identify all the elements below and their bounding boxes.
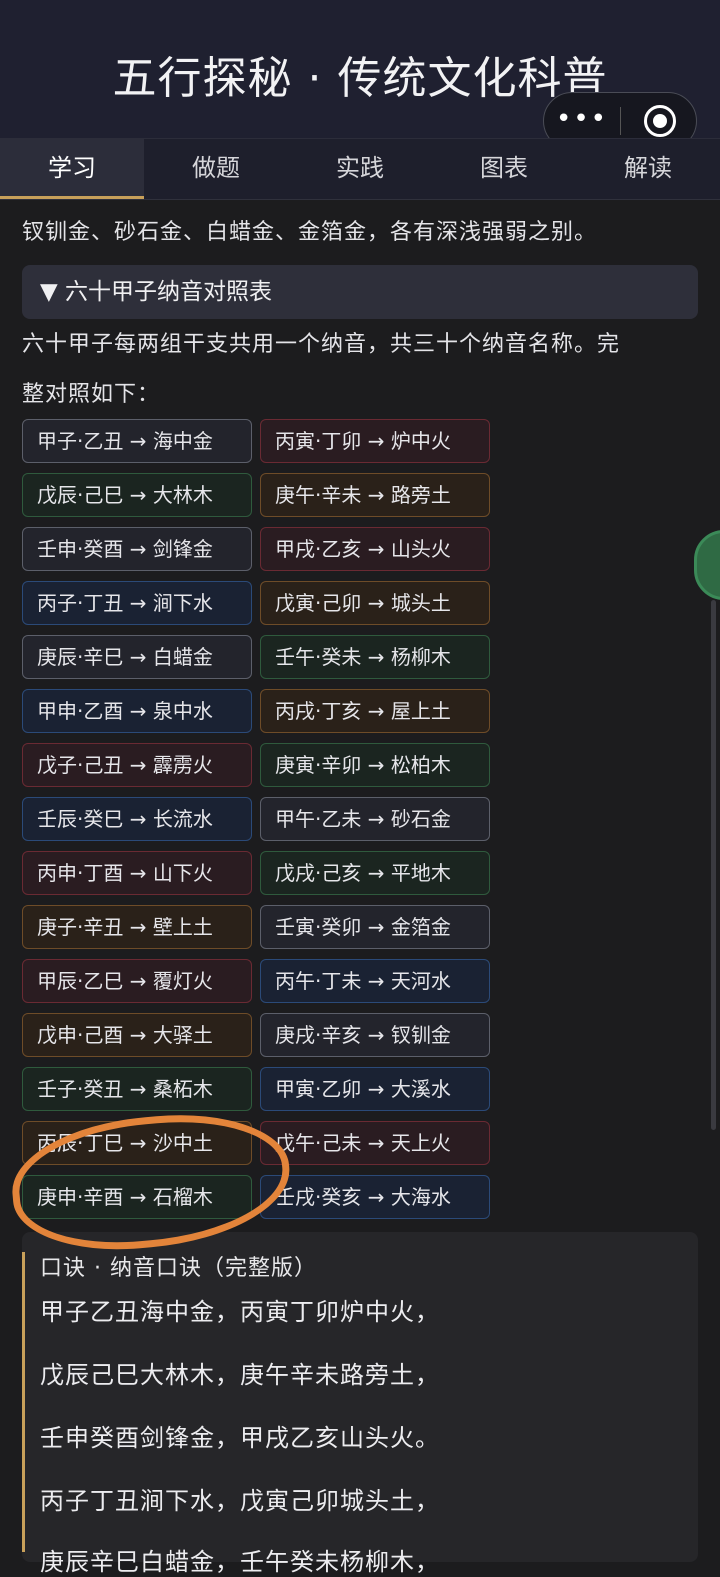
- nayin-pair-item: 甲午·乙未 → 砂石金: [260, 797, 490, 841]
- nayin-pair-item: 戊辰·己巳 → 大林木: [22, 473, 252, 517]
- nayin-pair-item: 丙寅·丁卯 → 炉中火: [260, 419, 490, 463]
- section-description-line1: 六十甲子每两组干支共用一个纳音，共三十个纳音名称。完: [22, 332, 621, 357]
- verse-line: 丙子丁丑涧下水，戊寅己卯城头土，: [40, 1487, 440, 1515]
- nayin-pair-item: 戊戌·己亥 → 平地木: [260, 851, 490, 895]
- tab-study[interactable]: 学习: [0, 139, 144, 199]
- verse-line: 壬申癸酉剑锋金，甲戌乙亥山头火。: [40, 1424, 440, 1452]
- nayin-pair-item: 丙申·丁酉 → 山下火: [22, 851, 252, 895]
- verse-accent-bar: [22, 1252, 25, 1552]
- nayin-pair-item: 甲申·乙酉 → 泉中水: [22, 689, 252, 733]
- floating-assistant-button[interactable]: [694, 530, 720, 600]
- tab-interpretation[interactable]: 解读: [576, 139, 720, 199]
- scrollbar[interactable]: [711, 600, 716, 1130]
- nayin-pair-item: 壬寅·癸卯 → 金箔金: [260, 905, 490, 949]
- tab-quiz[interactable]: 做题: [144, 139, 288, 199]
- nayin-pair-item: 壬午·癸未 → 杨柳木: [260, 635, 490, 679]
- verse-line: 庚辰辛巳白蜡金，壬午癸未杨柳木，: [40, 1548, 440, 1576]
- intro-text: 钗钏金、砂石金、白蜡金、金箔金，各有深浅强弱之别。: [22, 220, 598, 245]
- tab-charts[interactable]: 图表: [432, 139, 576, 199]
- nayin-pair-item: 丙子·丁丑 → 涧下水: [22, 581, 252, 625]
- nayin-pair-item: 戊子·己丑 → 霹雳火: [22, 743, 252, 787]
- nayin-pair-item: 壬申·癸酉 → 剑锋金: [22, 527, 252, 571]
- nayin-pair-item: 庚午·辛未 → 路旁土: [260, 473, 490, 517]
- nayin-pair-item: 庚戌·辛亥 → 钗钏金: [260, 1013, 490, 1057]
- nayin-pair-item: 丙午·丁未 → 天河水: [260, 959, 490, 1003]
- nayin-pair-item: 甲寅·乙卯 → 大溪水: [260, 1067, 490, 1111]
- nayin-pair-item: 甲子·乙丑 → 海中金: [22, 419, 252, 463]
- verse-line: 甲子乙丑海中金，丙寅丁卯炉中火，: [40, 1298, 440, 1326]
- nayin-pair-item: 庚寅·辛卯 → 松柏木: [260, 743, 490, 787]
- tab-bar: 学习 做题 实践 图表 解读: [0, 138, 720, 200]
- nayin-pair-item: 甲辰·乙巳 → 覆灯火: [22, 959, 252, 1003]
- section-description-line2: 整对照如下：: [22, 382, 161, 407]
- nayin-pair-item: 壬子·癸丑 → 桑柘木: [22, 1067, 252, 1111]
- nayin-pair-item: 戊寅·己卯 → 城头土: [260, 581, 490, 625]
- nayin-pair-item: 丙戌·丁亥 → 屋上土: [260, 689, 490, 733]
- nayin-pair-item: 庚子·辛丑 → 壁上土: [22, 905, 252, 949]
- verse-title: 口诀 · 纳音口诀（完整版）: [40, 1256, 317, 1281]
- capsule-divider: [620, 107, 621, 135]
- tab-practice[interactable]: 实践: [288, 139, 432, 199]
- nayin-pair-item: 甲戌·乙亥 → 山头火: [260, 527, 490, 571]
- nayin-pair-item: 壬戌·癸亥 → 大海水: [260, 1175, 490, 1219]
- close-target-icon[interactable]: [644, 105, 676, 137]
- nayin-pair-item: 壬辰·癸巳 → 长流水: [22, 797, 252, 841]
- nayin-pair-item: 庚辰·辛巳 → 白蜡金: [22, 635, 252, 679]
- nayin-pair-item: 戊申·己酉 → 大驿土: [22, 1013, 252, 1057]
- verse-line: 戊辰己巳大林木，庚午辛未路旁土，: [40, 1361, 440, 1389]
- nayin-table-toggle[interactable]: ▼ 六十甲子纳音对照表: [22, 265, 698, 319]
- nayin-pair-item: 戊午·己未 → 天上火: [260, 1121, 490, 1165]
